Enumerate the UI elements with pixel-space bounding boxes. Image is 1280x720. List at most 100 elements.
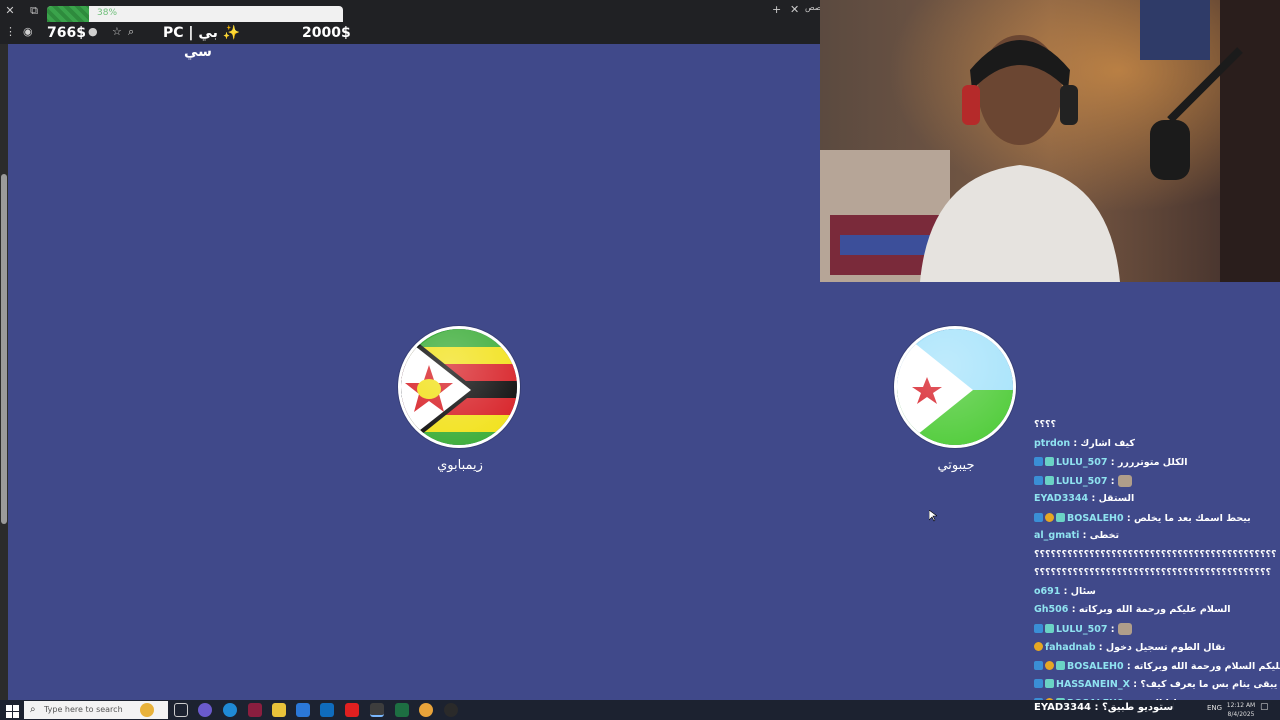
start-button[interactable] xyxy=(6,703,19,718)
chat-message: o691 : سئال xyxy=(1034,583,1280,602)
right-country-name: جيبوتي xyxy=(937,458,975,473)
chat-message: ؟؟؟؟؟؟؟؟؟؟؟؟؟؟؟؟؟؟؟؟؟؟؟؟؟؟؟؟؟؟؟؟؟؟؟؟؟؟؟؟… xyxy=(1034,564,1280,583)
badge-icon xyxy=(1034,457,1043,466)
badge-icon xyxy=(1034,642,1043,651)
chrome-icon[interactable]: ◉ xyxy=(23,25,33,38)
notification-icon[interactable]: ▢ xyxy=(1260,702,1269,712)
chat-separator: : xyxy=(1088,493,1099,504)
chat-badges xyxy=(1034,657,1067,676)
copilot-icon[interactable] xyxy=(198,703,212,717)
chat-text: نيوب يبقى ينام بس ما يعرف كيف؟ xyxy=(1140,678,1280,690)
chat-text: سئال xyxy=(1070,585,1096,597)
balance-left: 766$ xyxy=(47,25,86,41)
chrome-taskbar-icon[interactable] xyxy=(370,703,384,717)
clock-time: 12:12 AM xyxy=(1226,702,1256,709)
badge-icon xyxy=(1045,660,1054,670)
chat-separator: : xyxy=(1070,437,1081,449)
menu-dots-icon[interactable]: ⋮ xyxy=(5,25,16,38)
chat-badges xyxy=(1034,675,1056,694)
mouse-cursor-icon xyxy=(929,510,937,522)
scrollbar-thumb[interactable] xyxy=(1,174,7,524)
chat-message: EYAD3344 : الستقل xyxy=(1034,490,1280,509)
windows-logo-icon xyxy=(6,705,19,718)
edge-icon[interactable] xyxy=(223,703,237,717)
flag-zimbabwe[interactable] xyxy=(398,326,520,448)
chrome-canary-icon[interactable] xyxy=(419,703,433,717)
balance-right: 2000$ xyxy=(302,25,351,41)
search-icon[interactable]: ⌕ xyxy=(128,25,134,39)
chat-text: وعليكم السلام ورحمة الله وبركاته xyxy=(1134,660,1280,672)
chat-username: LULU_507 xyxy=(1056,475,1108,487)
chat-message: al_gmati : تخطى xyxy=(1034,527,1280,546)
chat-username: o691 xyxy=(1034,585,1061,597)
chat-username: Gh506 xyxy=(1034,604,1069,615)
chat-text: نقال الطوم تسجيل دخول xyxy=(1105,641,1226,653)
new-tab-icon[interactable]: + xyxy=(772,3,781,16)
badge-icon xyxy=(1045,679,1054,688)
pc-label: PC | بي ✨ xyxy=(163,25,241,41)
chat-text: الكلل متوترررر xyxy=(1117,456,1188,468)
chat-separator: : xyxy=(1107,475,1118,487)
close-icon[interactable]: ✕ xyxy=(2,3,18,19)
language-indicator[interactable]: ENG xyxy=(1207,704,1222,712)
app-icon[interactable] xyxy=(248,703,262,717)
chat-text: الستقل xyxy=(1098,493,1135,504)
chat-text: بيحط اسمك بعد ما يخلص xyxy=(1134,512,1251,524)
clock-date: 8/4/2025 xyxy=(1227,711,1255,718)
badge-icon xyxy=(1034,512,1043,522)
chat-message: BOSALEH0 : بيحط اسمك بعد ما يخلص xyxy=(1034,509,1280,528)
star-icon[interactable]: ☆ xyxy=(112,25,122,38)
clock[interactable]: 12:12 AM 8/4/2025 xyxy=(1224,701,1258,719)
djibouti-flag-icon xyxy=(897,329,1013,445)
badge-icon xyxy=(1056,512,1065,522)
zimbabwe-flag-icon xyxy=(401,329,517,445)
chat-separator: : xyxy=(1079,530,1090,541)
chat-message: LULU_507 : xyxy=(1034,472,1280,491)
file-explorer-icon[interactable] xyxy=(272,703,286,717)
obs-icon[interactable] xyxy=(444,703,458,717)
chat-separator: : xyxy=(1060,585,1071,597)
restore-icon[interactable]: ⧉ xyxy=(26,3,42,19)
chat-separator: : xyxy=(1107,456,1118,468)
scrollbar[interactable] xyxy=(0,44,8,700)
excel-icon[interactable] xyxy=(395,703,409,717)
chat-text: ؟؟؟؟ xyxy=(1034,419,1057,430)
badge-icon xyxy=(1045,512,1054,522)
chat-badges xyxy=(1034,620,1056,639)
badge-icon xyxy=(1034,679,1043,688)
chat-message: LULU_507 : الكلل متوترررر xyxy=(1034,453,1280,472)
badge-icon xyxy=(1045,623,1054,633)
badge-icon xyxy=(1034,475,1043,485)
left-country-name: زيمبابوي xyxy=(437,458,483,473)
chat-username: BOSALEH0 xyxy=(1067,512,1124,524)
chat-username: fahadnab xyxy=(1045,641,1096,653)
chat-username: LULU_507 xyxy=(1056,623,1108,635)
chat-username: HASSANEIN_X xyxy=(1056,678,1130,690)
chat-separator: : xyxy=(1095,641,1106,653)
weather-icon[interactable] xyxy=(140,703,154,717)
chat-text: ؟؟؟؟؟؟؟؟؟؟؟؟؟؟؟؟؟؟؟؟؟؟؟؟؟؟؟؟؟؟؟؟؟؟؟؟؟؟؟؟… xyxy=(1034,567,1271,578)
chat-badges xyxy=(1034,472,1056,491)
flag-djibouti[interactable] xyxy=(894,326,1016,448)
close-tab-icon[interactable]: ✕ xyxy=(790,3,799,16)
task-view-icon[interactable] xyxy=(174,703,188,717)
streamer-camera-image xyxy=(820,0,1280,282)
chat-username: al_gmati xyxy=(1034,530,1080,541)
badge-icon xyxy=(1045,475,1054,485)
chat-badges xyxy=(1034,509,1067,528)
badge-icon xyxy=(1056,660,1065,670)
mail-icon[interactable] xyxy=(320,703,334,717)
store-icon[interactable] xyxy=(296,703,310,717)
chat-badges xyxy=(1034,453,1056,472)
webcam-feed xyxy=(820,0,1280,282)
youtube-icon[interactable] xyxy=(345,703,359,717)
progress-label: 38% xyxy=(97,8,118,18)
chat-separator: : xyxy=(1107,623,1118,635)
browser-navbar: ⋮ ◉ ● ☆ ⌕ xyxy=(0,22,820,44)
chat-message: BOSALEH0 : وعليكم السلام ورحمة الله وبرك… xyxy=(1034,657,1280,676)
chat-separator: : xyxy=(1129,678,1141,690)
chat-separator: : xyxy=(1123,512,1135,524)
chat-badges xyxy=(1034,638,1045,657)
chat-username: ptrdon xyxy=(1034,437,1071,449)
extension-icon[interactable]: ● xyxy=(88,25,98,38)
